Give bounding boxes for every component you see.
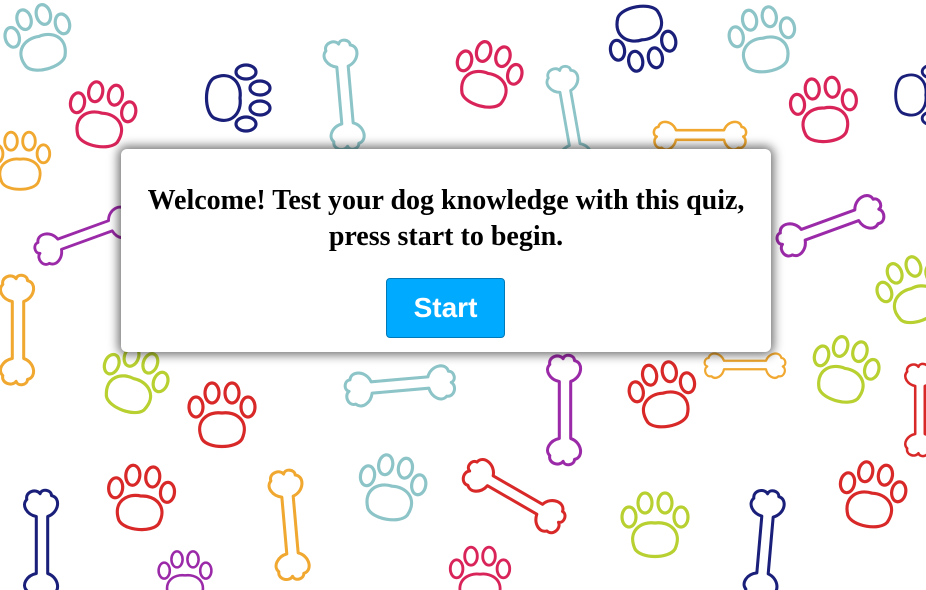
dog-bone-icon xyxy=(322,38,366,152)
paw-print-icon xyxy=(627,360,697,429)
welcome-message: Welcome! Test your dog knowledge with th… xyxy=(147,185,745,252)
paw-print-icon xyxy=(812,335,881,404)
dog-bone-icon xyxy=(343,364,457,408)
paw-print-icon xyxy=(204,63,272,133)
dog-bone-icon xyxy=(0,273,35,387)
paw-print-icon xyxy=(620,491,690,559)
dog-bone-icon xyxy=(267,468,311,582)
dog-bone-icon xyxy=(703,352,787,379)
paw-print-icon xyxy=(3,3,72,72)
paw-print-icon xyxy=(157,550,213,590)
paw-print-icon xyxy=(448,545,512,590)
welcome-dialog: Welcome! Test your dog knowledge with th… xyxy=(121,149,771,352)
dog-bone-icon xyxy=(742,488,786,590)
dog-bone-icon xyxy=(904,362,926,458)
dog-bone-icon xyxy=(652,120,748,151)
quiz-welcome-screen: Welcome! Test your dog knowledge with th… xyxy=(0,0,926,590)
paw-print-icon xyxy=(838,460,908,529)
paw-print-icon xyxy=(455,40,524,109)
paw-print-icon xyxy=(608,4,678,73)
dog-bone-icon xyxy=(775,194,886,258)
paw-print-icon xyxy=(107,463,177,532)
dog-bone-icon xyxy=(461,458,567,535)
paw-print-icon xyxy=(0,130,52,191)
paw-print-icon xyxy=(187,381,257,449)
paw-print-icon xyxy=(788,75,858,144)
paw-print-icon xyxy=(68,80,138,149)
paw-print-icon xyxy=(875,255,926,325)
dog-bone-icon xyxy=(23,488,59,590)
paw-print-icon xyxy=(894,63,926,127)
dog-bone-icon xyxy=(546,353,582,467)
paw-print-icon xyxy=(727,5,797,74)
start-button[interactable]: Start xyxy=(386,278,505,338)
paw-print-icon xyxy=(358,453,428,522)
